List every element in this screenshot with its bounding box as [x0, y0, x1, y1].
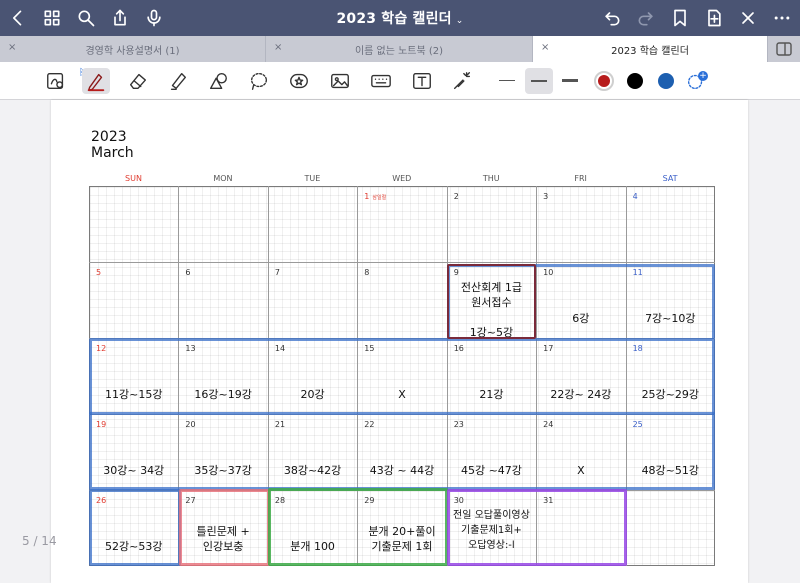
weekday-header: FRI	[574, 174, 587, 183]
tab-business-manual[interactable]: × 경영학 사용설명서 (1)	[0, 36, 266, 62]
eraser-icon[interactable]	[126, 69, 150, 93]
color-swatch-red	[598, 75, 610, 87]
sticker-icon[interactable]	[287, 69, 311, 93]
day-number-text: 6	[185, 268, 191, 277]
weekday-header: THU	[482, 174, 500, 183]
tab-bar: × 경영학 사용설명서 (1) × 이름 없는 노트북 (2) × 2023 학…	[0, 36, 800, 62]
close-icon[interactable]	[736, 6, 760, 30]
day-number: 5	[96, 268, 101, 277]
day-number-text: 1	[364, 192, 370, 201]
day-number: 4	[633, 192, 638, 201]
highlight-green-stroke	[268, 488, 448, 566]
lasso-icon[interactable]	[247, 69, 271, 93]
chevron-down-icon: ⌄	[455, 16, 464, 26]
day-number: 8	[364, 268, 369, 277]
medium-line-option[interactable]	[525, 68, 553, 94]
highlight-purple-stroke	[447, 489, 627, 566]
weekday-header: WED	[392, 174, 412, 183]
calendar-year: 2023	[91, 129, 127, 145]
highlight-pink-stroke	[179, 489, 270, 566]
weekday-header: SAT	[662, 174, 678, 183]
highlight-red-stroke	[447, 264, 536, 339]
tab-close-icon[interactable]: ×	[274, 42, 282, 53]
page-indicator: 5 / 14	[22, 534, 57, 548]
pen-tool-icon[interactable]	[82, 68, 110, 94]
redo-icon[interactable]	[634, 6, 658, 30]
day-number: 1 삼일절	[364, 192, 386, 201]
day-number: 2	[454, 192, 459, 201]
document-title-text: 2023 학습 캘린더	[336, 11, 452, 27]
bookmark-icon[interactable]	[668, 6, 692, 30]
color-swatch-black[interactable]	[627, 73, 643, 89]
weekday-header: TUE	[304, 174, 321, 183]
day-number: 7	[275, 268, 280, 277]
split-view-icon[interactable]	[776, 41, 792, 56]
tab-label: 이름 없는 노트북 (2)	[354, 45, 444, 57]
tab-label: 경영학 사용설명서 (1)	[85, 45, 180, 57]
color-swatch-blue[interactable]	[658, 73, 674, 89]
day-number-text: 2	[453, 192, 459, 201]
add-color-icon[interactable]: +	[684, 69, 708, 93]
highlight-blue-stroke	[89, 412, 715, 415]
day-number-text: 5	[96, 268, 102, 277]
thin-line-option[interactable]	[499, 80, 515, 81]
medium-line-sample	[531, 80, 547, 82]
image-icon[interactable]	[328, 69, 352, 93]
top-bar: 2023 학습 캘린더 ⌄	[0, 0, 800, 36]
grid-row-divider	[89, 262, 715, 263]
tool-bar: ᛒ +	[0, 62, 800, 100]
plus-icon: +	[698, 71, 708, 81]
weekday-header: SUN	[125, 174, 142, 183]
tab-untitled-notebook[interactable]: × 이름 없는 노트북 (2)	[266, 36, 533, 62]
add-page-icon[interactable]	[702, 6, 726, 30]
more-icon[interactable]	[770, 6, 794, 30]
day-number-text: 4	[632, 192, 638, 201]
laser-pointer-icon[interactable]	[450, 69, 474, 93]
day-number: 3	[543, 192, 548, 201]
color-swatch-red-selected[interactable]	[594, 71, 614, 91]
thick-line-option[interactable]	[562, 79, 578, 82]
highlighter-icon[interactable]	[166, 69, 190, 93]
text-box-icon[interactable]	[410, 69, 434, 93]
lasso-read-icon[interactable]	[44, 69, 68, 93]
tab-label: 2023 학습 캘린더	[611, 45, 689, 57]
highlight-blue-stroke	[89, 489, 181, 566]
day-number: 6	[185, 268, 190, 277]
day-number-text: 3	[543, 192, 549, 201]
undo-icon[interactable]	[600, 6, 624, 30]
tab-study-calendar[interactable]: × 2023 학습 캘린더	[533, 36, 768, 62]
calendar-month: March	[91, 145, 134, 161]
shapes-icon[interactable]	[206, 69, 230, 93]
holiday-label: 삼일절	[372, 195, 387, 201]
day-number-text: 7	[274, 268, 280, 277]
tab-close-icon[interactable]: ×	[541, 42, 549, 53]
weekday-header: MON	[213, 174, 233, 183]
tab-close-icon[interactable]: ×	[8, 42, 16, 53]
keyboard-icon[interactable]	[369, 69, 393, 93]
day-number-text: 8	[364, 268, 370, 277]
